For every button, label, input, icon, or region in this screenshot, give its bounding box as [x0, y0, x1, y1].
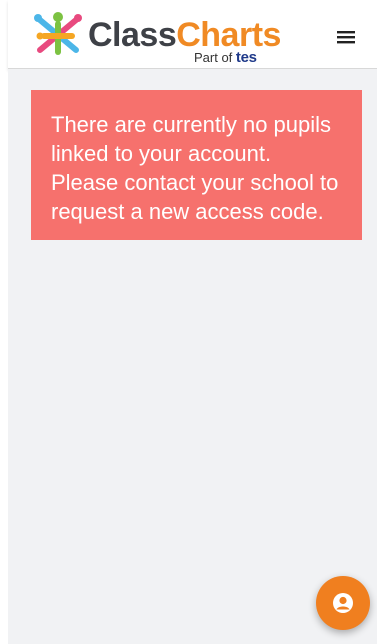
logo-word-charts: Charts: [176, 16, 281, 54]
alert-message: There are currently no pupils linked to …: [51, 112, 339, 224]
account-circle-icon: [333, 593, 353, 613]
logo-tagline-prefix: Part of: [194, 50, 233, 65]
no-pupils-alert: There are currently no pupils linked to …: [31, 90, 362, 240]
logo-tagline-brand: tes: [235, 49, 257, 66]
logo-tagline: Part of tes: [194, 50, 257, 66]
hamburger-menu-icon: [337, 31, 355, 44]
main-content: There are currently no pupils linked to …: [8, 69, 377, 644]
app-screen: ClassCharts Part of tes There are curren…: [0, 0, 377, 644]
classcharts-people-icon: [34, 12, 82, 55]
app-header: ClassCharts Part of tes: [8, 0, 377, 69]
classcharts-logo[interactable]: ClassCharts Part of tes: [32, 10, 281, 66]
menu-button[interactable]: [331, 22, 361, 52]
logo-word-class: Class: [88, 16, 177, 54]
account-button[interactable]: [316, 576, 370, 630]
